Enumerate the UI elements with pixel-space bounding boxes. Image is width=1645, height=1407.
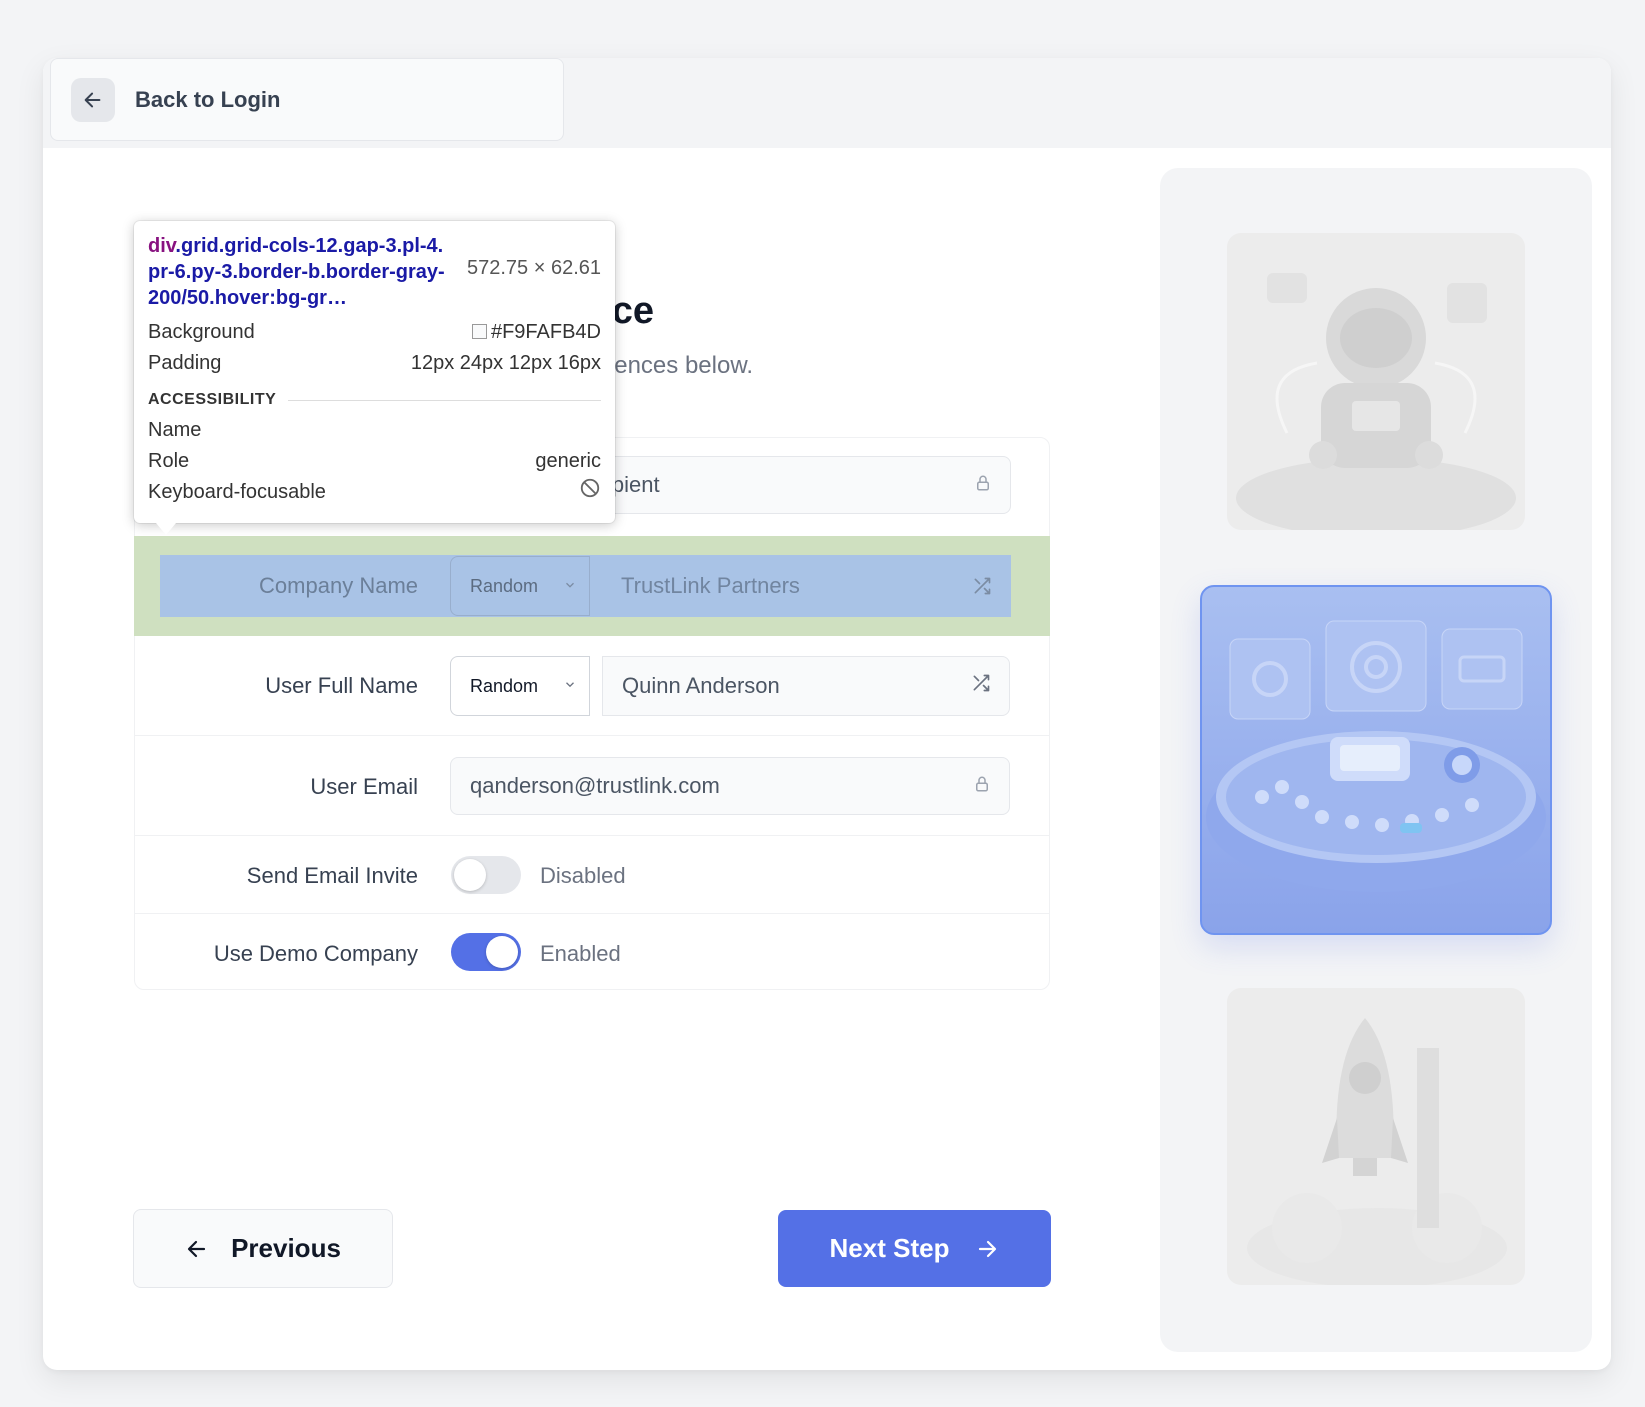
user-full-name-mode-select[interactable]: Random bbox=[450, 656, 590, 716]
chevron-down-icon bbox=[563, 676, 577, 697]
inspector-role-row: Role generic bbox=[148, 450, 601, 472]
form-row-user-email: User Email qanderson@trustlink.com bbox=[134, 736, 1050, 836]
use-demo-company-toggle[interactable] bbox=[451, 933, 521, 971]
form-row-user-full-name: User Full Name Random Quinn Anderson bbox=[134, 636, 1050, 736]
color-swatch bbox=[471, 324, 487, 339]
shuffle-icon[interactable] bbox=[971, 673, 991, 699]
lock-icon bbox=[973, 773, 991, 799]
illustration-panel bbox=[1160, 168, 1592, 1352]
lock-icon bbox=[974, 472, 992, 498]
toggle-knob bbox=[454, 859, 486, 891]
back-button[interactable] bbox=[71, 77, 115, 122]
inspector-size: 572.75 × 62.61 bbox=[466, 257, 601, 279]
form-row-company-name: Company Name Random TrustLink Partners bbox=[134, 536, 1050, 636]
inspector-name-row: Name bbox=[148, 419, 202, 441]
astronaut-illustration-tile[interactable] bbox=[1227, 233, 1525, 530]
arrow-left-icon bbox=[187, 1240, 206, 1257]
astronaut-icon bbox=[1236, 273, 1516, 530]
no-entry-icon bbox=[579, 477, 601, 509]
send-email-invite-toggle[interactable] bbox=[451, 856, 521, 894]
control-panel-icon bbox=[1206, 620, 1546, 892]
send-email-invite-label: Send Email Invite bbox=[246, 863, 418, 888]
shuffle-icon[interactable] bbox=[972, 576, 992, 602]
arrow-right-icon bbox=[979, 1240, 997, 1257]
user-email-label: User Email bbox=[310, 774, 418, 799]
inspector-focusable-row: Keyboard-focusable bbox=[148, 477, 601, 509]
back-to-login-bar: Back to Login bbox=[50, 58, 564, 141]
user-full-name-field[interactable]: Quinn Anderson bbox=[602, 656, 1010, 716]
inspector-selector: div.grid.grid-cols-12.gap-3.pl-4.pr-6.py… bbox=[148, 235, 445, 309]
rocket-illustration-tile[interactable] bbox=[1227, 988, 1525, 1285]
inspector-padding-row: Padding 12px 24px 12px 16px bbox=[148, 352, 601, 374]
control-panel-illustration-tile[interactable] bbox=[1200, 585, 1552, 935]
inspector-accessibility-heading: ACCESSIBILITY bbox=[148, 391, 601, 409]
chevron-down-icon bbox=[563, 576, 577, 597]
arrow-left-icon bbox=[84, 92, 101, 107]
form-row-use-demo-company: Use Demo Company Enabled bbox=[134, 914, 1050, 990]
toggle-knob bbox=[486, 936, 518, 968]
use-demo-company-state: Enabled bbox=[540, 941, 621, 966]
company-name-mode-select[interactable]: Random bbox=[450, 556, 590, 616]
previous-button[interactable]: Previous bbox=[133, 1209, 393, 1288]
back-to-login-label[interactable]: Back to Login bbox=[135, 87, 280, 113]
use-demo-company-label: Use Demo Company bbox=[213, 941, 418, 966]
rocket-icon bbox=[1247, 1018, 1507, 1285]
form-row-send-email-invite: Send Email Invite Disabled bbox=[134, 836, 1050, 914]
send-email-invite-state: Disabled bbox=[540, 863, 626, 888]
inspector-background-row: Background #F9FAFB4D bbox=[148, 321, 601, 343]
user-email-field: qanderson@trustlink.com bbox=[450, 757, 1010, 815]
company-name-field[interactable]: TrustLink Partners bbox=[602, 556, 1010, 616]
company-name-label: Company Name bbox=[259, 573, 418, 598]
user-full-name-label: User Full Name bbox=[265, 673, 418, 698]
next-step-button[interactable]: Next Step bbox=[778, 1210, 1051, 1287]
devtools-inspector-tooltip: div.grid.grid-cols-12.gap-3.pl-4.pr-6.py… bbox=[134, 221, 615, 535]
